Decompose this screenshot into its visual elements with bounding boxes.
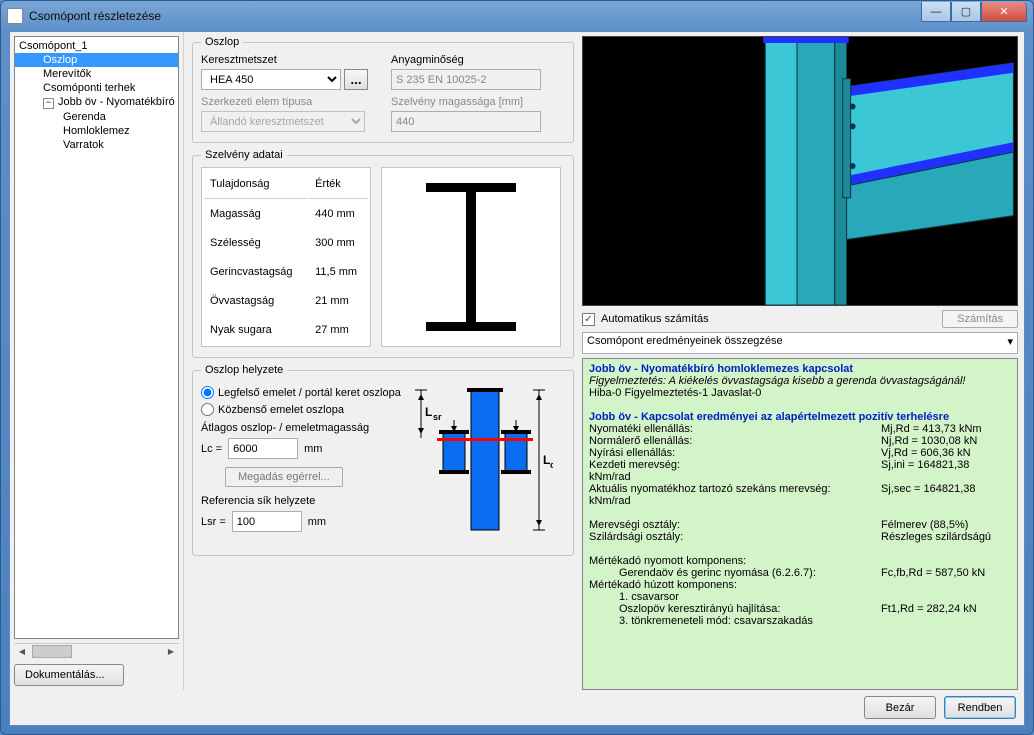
column-legend: Oszlop [201,36,243,48]
maximize-button[interactable]: ▢ [951,2,981,22]
results-pane[interactable]: Jobb öv - Nyomatékbíró homloklemezes kap… [582,358,1018,690]
scroll-right-icon[interactable]: ▶ [163,644,179,659]
model-render-icon [583,37,1017,305]
auto-calc-checkbox[interactable] [582,313,595,326]
tree-node-gerenda[interactable]: Gerenda [15,110,178,124]
titlebar: Csomópont részletezése [1,1,1033,31]
ok-button[interactable]: Rendben [944,696,1016,719]
unit-row: kNm/rad [589,495,631,507]
section-data-legend: Szelvény adatai [201,149,287,161]
scroll-thumb[interactable] [32,645,72,658]
tree-node-root[interactable]: Csomópont_1 [15,39,178,53]
col-prop: Tulajdonság [204,170,307,199]
form-panel: Oszlop Keresztmetszet HEA 450 ... Anyagm… [184,32,582,690]
close-dialog-button[interactable]: Bezár [864,696,936,719]
section-height-field [391,111,541,132]
tree-node-jobb-ov[interactable]: Jobb öv - Nyomatékbíró hom [15,95,178,110]
documentation-button[interactable]: Dokumentálás... [14,664,124,686]
lc-field[interactable] [228,438,298,459]
lc-name: Lc = [201,443,222,455]
tens-heading: Mértékadó húzott komponens: [589,579,737,591]
lsr-unit: mm [308,516,326,528]
section-preview [381,167,561,347]
table-row: Magasság440 mm [204,201,368,228]
lc-unit: mm [304,443,322,455]
cross-section-label: Keresztmetszet [201,54,375,66]
table-row: Nyak sugara27 mm [204,317,368,344]
column-diagram-icon: L c L sr [413,382,553,542]
results-heading-1[interactable]: Jobb öv - Nyomatékbíró homloklemezes kap… [589,363,853,375]
tens-row: 3. tönkremeneteli mód: csavarszakadás [589,615,1011,627]
material-label: Anyagminőség [391,54,565,66]
table-row: Gerincvastagság11,5 mm [204,259,368,286]
scroll-left-icon[interactable]: ◀ [14,644,30,659]
right-panel: Automatikus számítás Számítás Csomópont … [582,32,1024,690]
tens-row: 1. csavarsor [589,591,1011,603]
ref-plane-label: Referencia sík helyzete [201,495,401,507]
struct-type-label: Szerkezeti elem típusa [201,96,375,108]
unit-row: kNm/rad [589,471,631,483]
client-area: Csomópont_1 Oszlop Merevítők Csomóponti … [9,31,1025,726]
tree-node-merevitok[interactable]: Merevítők [15,67,178,81]
table-row: Övvastagság21 mm [204,288,368,315]
tree-h-scrollbar[interactable]: ◀ ▶ [14,643,179,660]
column-group: Oszlop Keresztmetszet HEA 450 ... Anyagm… [192,36,574,143]
tree-node-terhek[interactable]: Csomóponti terhek [15,81,178,95]
3d-viewport[interactable] [582,36,1018,306]
section-height-label: Szelvény magassága [mm] [391,96,565,108]
position-diagram: L c L sr [413,382,565,545]
struct-type-select: Állandó keresztmetszet [201,111,365,132]
results-counts: Hiba-0 Figyelmeztetés-1 Javaslat-0 [589,387,761,399]
results-mode-select[interactable]: Csomópont eredményeinek összegzése ▾ [582,332,1018,354]
section-data-group: Szelvény adatai Tulajdonság Érték Magass… [192,149,574,358]
close-button[interactable]: ✕ [981,2,1027,22]
chevron-down-icon: ▾ [1007,335,1013,348]
col-val: Érték [309,170,368,199]
app-icon [7,8,23,24]
svg-text:sr: sr [433,412,442,422]
position-group: Oszlop helyzete Legfelső emelet / portál… [192,364,574,556]
lsr-field[interactable] [232,511,302,532]
radio-mid-floor[interactable] [201,403,214,416]
auto-calc-label: Automatikus számítás [601,313,709,325]
svg-text:L: L [425,405,432,419]
dialog-footer: Bezár Rendben [10,690,1024,725]
window-title: Csomópont részletezése [29,9,161,23]
svg-text:c: c [550,460,553,470]
properties-table: Tulajdonság Érték Magasság440 mm Széless… [201,167,371,347]
table-row: Szélesség300 mm [204,230,368,257]
ibeam-icon [416,177,526,337]
comp-heading: Mértékadó nyomott komponens: [589,555,746,567]
radio-mid-floor-label: Közbenső emelet oszlopa [218,404,344,416]
results-heading-2[interactable]: Jobb öv - Kapcsolat eredményei az alapér… [589,411,949,423]
tree-node-homloklemez[interactable]: Homloklemez [15,124,178,138]
window-buttons: — ▢ ✕ [921,2,1027,22]
lsr-name: Lsr = [201,516,226,528]
results-warning: Figyelmeztetés: A kiékelés övvastagsága … [589,375,965,387]
avg-height-label: Átlagos oszlop- / emeletmagasság [201,422,401,434]
minimize-button[interactable]: — [921,2,951,22]
tree-node-oszlop[interactable]: Oszlop [15,53,178,67]
tree-node-varratok[interactable]: Varratok [15,138,178,152]
mouse-pick-button: Megadás egérrel... [225,467,343,487]
radio-top-floor[interactable] [201,386,214,399]
position-legend: Oszlop helyzete [201,364,287,376]
cross-section-browse-button[interactable]: ... [344,69,368,90]
cross-section-select[interactable]: HEA 450 [201,69,341,90]
tree-view[interactable]: Csomópont_1 Oszlop Merevítők Csomóponti … [14,36,179,639]
material-field [391,69,541,90]
dialog-window: Csomópont részletezése — ▢ ✕ Csomópont_1… [0,0,1034,735]
radio-top-floor-label: Legfelső emelet / portál keret oszlopa [218,387,401,399]
calculate-button: Számítás [942,310,1018,328]
tree-panel: Csomópont_1 Oszlop Merevítők Csomóponti … [10,32,184,690]
